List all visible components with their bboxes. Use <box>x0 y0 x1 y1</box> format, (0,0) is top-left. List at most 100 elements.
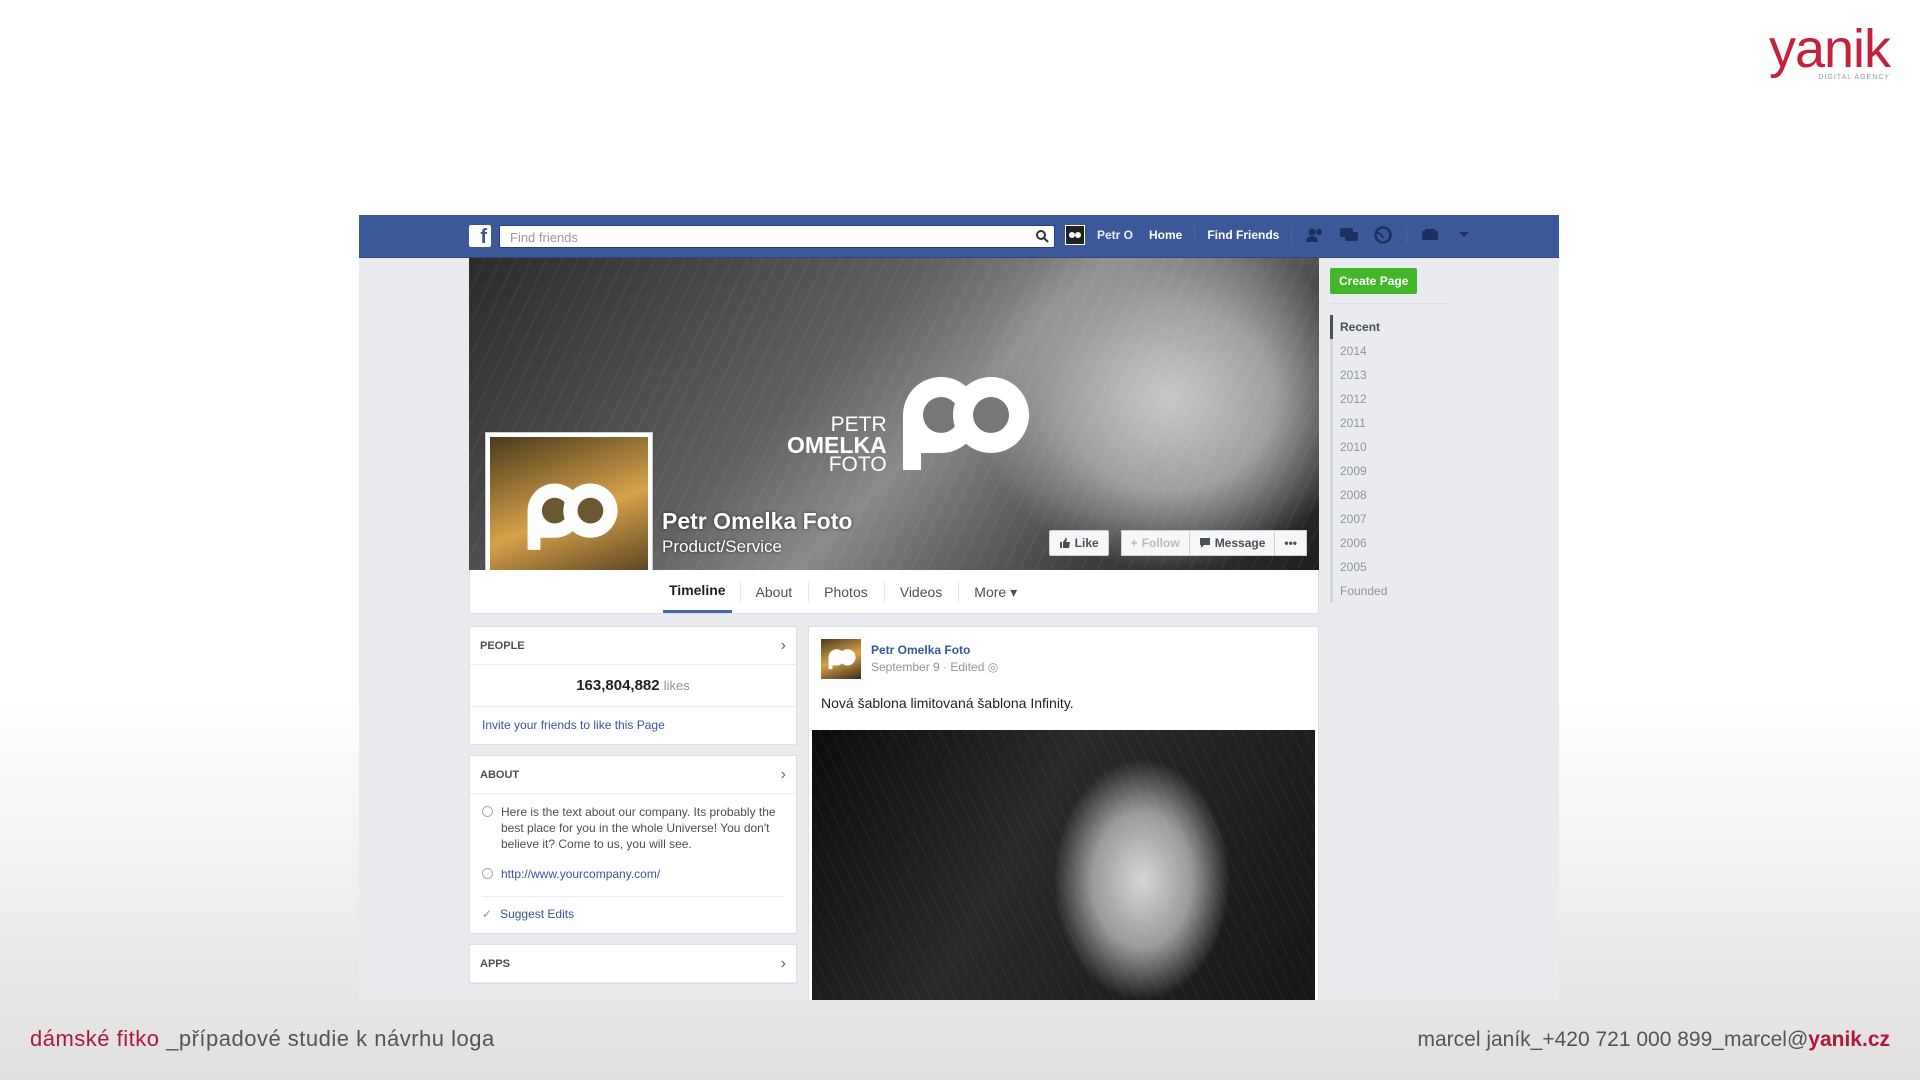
year-link[interactable]: 2009 <box>1333 459 1450 483</box>
footer-caption: dámské fitko _případové studie k návrhu … <box>30 1026 495 1052</box>
nav-divider <box>1406 226 1408 244</box>
follow-label: Follow <box>1141 536 1180 550</box>
message-icon <box>1199 538 1210 548</box>
checkmark-icon: ✓ <box>482 907 493 921</box>
user-name-link[interactable]: Petr O <box>1097 228 1137 242</box>
post-text: Nová šablona limitovaná šablona Infinity… <box>821 695 1074 711</box>
photo-hair-texture <box>812 730 1315 1000</box>
post-author-name[interactable]: Petr Omelka Foto <box>871 643 998 657</box>
profile-picture[interactable] <box>485 432 653 570</box>
tab-timeline[interactable]: Timeline <box>663 570 732 613</box>
message-button[interactable]: Message <box>1189 530 1276 556</box>
page-tabs: Timeline About Photos Videos More ▾ <box>469 570 1319 614</box>
year-link[interactable]: Founded <box>1333 579 1450 603</box>
timeline-post: Petr Omelka Foto September 9 · Edited ◎ … <box>808 626 1319 1000</box>
tab-photos[interactable]: Photos <box>808 570 884 613</box>
chevron-right-icon: › <box>780 954 786 972</box>
footer-contact-text: marcel janík_+420 721 000 899_marcel@ <box>1417 1028 1809 1051</box>
messages-icon[interactable] <box>1338 225 1360 245</box>
apps-header-label: APPS <box>480 957 510 970</box>
footer-contact: marcel janík_+420 721 000 899_marcel@yan… <box>1417 1028 1890 1052</box>
rail-divider <box>1330 303 1450 304</box>
likes-number: 163,804,882 <box>576 677 660 694</box>
post-meta: September 9 · Edited ◎ <box>871 660 998 674</box>
year-link[interactable]: 2006 <box>1333 531 1450 555</box>
likes-count: 163,804,882 likes <box>470 665 796 707</box>
footer-project-desc: _případové studie k návrhu loga <box>159 1026 495 1051</box>
right-rail: Create Page Recent 2014 2013 2012 2011 2… <box>1330 258 1450 603</box>
globe-icon: ◎ <box>987 660 999 674</box>
privacy-shortcuts-icon[interactable] <box>1419 225 1441 245</box>
profile-photo <box>490 437 648 570</box>
people-header[interactable]: PEOPLE › <box>470 627 796 665</box>
more-options-button[interactable]: ••• <box>1275 530 1307 556</box>
account-menu-icon[interactable] <box>1453 225 1475 245</box>
tab-about[interactable]: About <box>739 570 809 613</box>
message-label: Message <box>1214 536 1266 550</box>
main-column: PETR OMELKA FOTO Petr Omelka Foto Produc… <box>469 258 1319 614</box>
nav-divider <box>1194 226 1196 244</box>
yanik-logo: yanik DIGITAL AGENCY <box>1768 19 1891 81</box>
left-column: PEOPLE › 163,804,882 likes Invite your fr… <box>469 626 797 994</box>
about-header-label: ABOUT <box>480 768 520 781</box>
globe-icon <box>482 868 493 879</box>
suggest-edits-link[interactable]: ✓ Suggest Edits <box>482 896 784 933</box>
footer-project-name: dámské fitko <box>30 1026 160 1051</box>
about-website-row: http://www.yourcompany.com/ <box>470 856 796 886</box>
year-link[interactable]: 2013 <box>1333 363 1450 387</box>
website-link[interactable]: http://www.yourcompany.com/ <box>501 866 660 882</box>
follow-button[interactable]: + Follow <box>1120 530 1190 556</box>
action-button-group: + Follow Message ••• <box>1120 530 1307 556</box>
year-link[interactable]: 2012 <box>1333 387 1450 411</box>
suggest-edits-label: Suggest Edits <box>500 907 575 921</box>
page-category[interactable]: Product/Service <box>662 537 782 557</box>
find-friends-link[interactable]: Find Friends <box>1207 228 1279 242</box>
top-bar: f Find friends Petr O Home Find Friends <box>359 215 1559 258</box>
post-date[interactable]: September 9 · Edited <box>871 660 984 674</box>
post-author-avatar[interactable] <box>821 639 861 679</box>
home-link[interactable]: Home <box>1149 228 1182 242</box>
chevron-right-icon: › <box>780 636 786 654</box>
invite-friends-link[interactable]: Invite your friends to like this Page <box>470 707 796 744</box>
facebook-page-screenshot: f Find friends Petr O Home Find Friends … <box>359 215 1559 1000</box>
tab-more-label: More <box>974 584 1007 600</box>
year-link[interactable]: 2010 <box>1333 435 1450 459</box>
about-box: ABOUT › Here is the text about our compan… <box>469 755 797 934</box>
page-title[interactable]: Petr Omelka Foto <box>662 508 852 535</box>
cover-actions: Like + Follow Message ••• <box>1048 530 1307 556</box>
apps-header[interactable]: APPS › <box>470 945 796 983</box>
footer-domain: yanik.cz <box>1808 1028 1890 1051</box>
cover-logo-line: OMELKA <box>787 432 887 458</box>
year-link[interactable]: Recent <box>1330 315 1450 339</box>
friend-requests-icon[interactable] <box>1304 225 1326 245</box>
year-link[interactable]: 2014 <box>1333 339 1450 363</box>
about-header[interactable]: ABOUT › <box>470 756 796 794</box>
year-link[interactable]: 2007 <box>1333 507 1450 531</box>
plus-icon: + <box>1130 536 1138 550</box>
like-button[interactable]: Like <box>1048 530 1109 556</box>
tab-videos[interactable]: Videos <box>883 570 959 613</box>
search-icon[interactable] <box>1035 229 1049 243</box>
search-input[interactable]: Find friends <box>499 225 1055 248</box>
notifications-icon[interactable] <box>1372 225 1394 245</box>
info-icon <box>482 806 493 817</box>
post-header: Petr Omelka Foto September 9 · Edited ◎ <box>809 627 1318 679</box>
create-page-button[interactable]: Create Page <box>1330 268 1418 294</box>
user-avatar[interactable] <box>1065 225 1085 245</box>
year-link[interactable]: 2008 <box>1333 483 1450 507</box>
cover-photo[interactable]: PETR OMELKA FOTO Petr Omelka Foto Produc… <box>469 258 1319 570</box>
tab-more[interactable]: More ▾ <box>958 570 1033 613</box>
year-link[interactable]: 2005 <box>1333 555 1450 579</box>
likes-label: likes <box>663 678 690 693</box>
cover-logo-text: PETR OMELKA FOTO <box>787 414 887 475</box>
search-placeholder: Find friends <box>510 230 578 245</box>
year-link[interactable]: 2011 <box>1333 411 1450 435</box>
logo-word: yanik <box>1768 19 1891 79</box>
post-photo[interactable] <box>812 730 1315 1000</box>
nav-divider <box>1291 226 1293 244</box>
po-monogram-icon <box>902 377 1029 470</box>
top-nav: Petr O Home Find Friends <box>1065 225 1475 245</box>
people-box: PEOPLE › 163,804,882 likes Invite your fr… <box>469 626 797 745</box>
facebook-icon[interactable]: f <box>469 225 491 248</box>
po-monogram-icon <box>828 649 856 670</box>
